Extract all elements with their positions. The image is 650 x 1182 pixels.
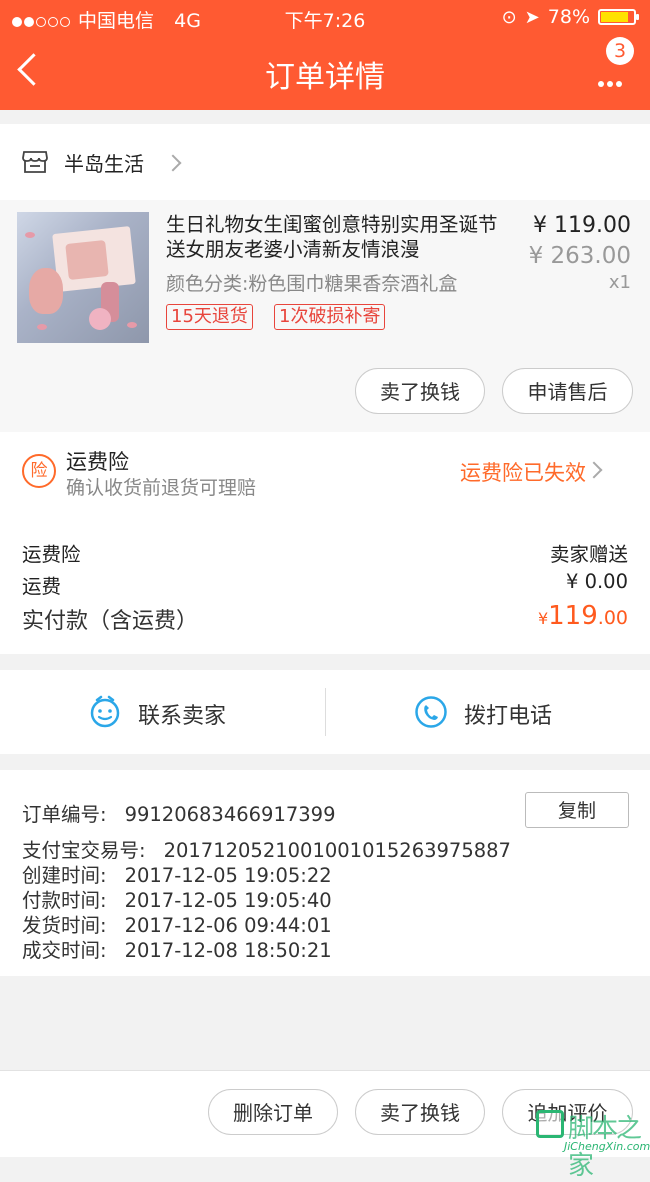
after-sale-button[interactable]: 申请售后 [502,368,633,414]
copy-button[interactable]: 复制 [525,792,629,828]
insurance-subtitle: 确认收货前退货可理赔 [66,477,257,499]
product-price: ¥ 119.00 [533,213,631,238]
total-label: 实付款（含运费） [22,609,199,634]
top-bar: 中国电信 4G 下午7:26 ⊙ ➤ 78% 订单详情 3 [0,0,650,110]
battery-percent: 78% [547,6,590,28]
battery-icon [598,9,639,25]
page-title: 订单详情 [265,60,385,95]
watermark-icon [536,1110,564,1138]
total-amount: ¥119.00 [538,601,628,631]
sell-for-cash-button[interactable]: 卖了换钱 [355,368,485,414]
return-tag: 15天退货 [166,304,253,330]
contact-divider [325,688,326,736]
message-badge: 3 [606,37,634,65]
insurance-status[interactable]: 运费险已失效 [460,457,586,487]
total-currency: ¥ [537,609,549,628]
shipping-fee-label: 运费 [22,575,62,598]
insurance-fee-value: 卖家赠送 [549,543,628,566]
product-thumbnail[interactable] [17,212,149,343]
product-original-price: ¥ 263.00 [528,243,631,269]
more-icon[interactable] [598,72,625,91]
contact-seller-button[interactable]: 联系卖家 [138,698,226,730]
location-icon: ➤ [524,6,540,28]
insurance-fee-label: 运费险 [22,543,81,566]
shipping-fee-value: ¥ 0.00 [565,570,628,593]
total-decimal: .00 [597,607,628,629]
sell-for-cash-bottom-button[interactable]: 卖了换钱 [355,1089,485,1135]
delete-order-button[interactable]: 删除订单 [208,1089,338,1135]
contact-seller-icon [90,695,120,728]
status-bar: 中国电信 4G 下午7:26 ⊙ ➤ 78% [0,0,650,36]
insurance-title: 运费险 [66,450,129,474]
product-sku: 颜色分类:粉色围巾糖果香奈酒礼盒 [166,273,458,295]
watermark-url: JiChengXin.com [564,1140,650,1153]
order-number: 订单编号: 99120683466917399 [22,798,336,827]
order-number-label: 订单编号: [22,803,107,826]
call-phone-button[interactable]: 拨打电话 [464,698,552,730]
done-time-value: 2017-12-08 18:50:21 [124,939,332,962]
insurance-icon: 险 [22,454,56,488]
order-number-value: 99120683466917399 [124,803,336,826]
rotation-lock-icon: ⊙ [501,6,517,28]
store-name[interactable]: 半岛生活 [64,148,144,177]
product-quantity: x1 [608,272,631,293]
product-title[interactable]: 生日礼物女生闺蜜创意特别实用圣诞节送女朋友老婆小清新友情浪漫 [166,212,512,262]
total-integer: 119 [548,601,598,631]
status-right: ⊙ ➤ 78% [501,6,639,28]
watermark-logo: 脚本之家 JiChengXin.com [534,1106,650,1181]
store-icon [22,151,48,173]
phone-icon [415,696,447,728]
done-time-label: 成交时间: [22,939,107,962]
done-time: 成交时间: 2017-12-08 18:50:21 [22,934,332,963]
damage-tag: 1次破损补寄 [274,304,386,330]
